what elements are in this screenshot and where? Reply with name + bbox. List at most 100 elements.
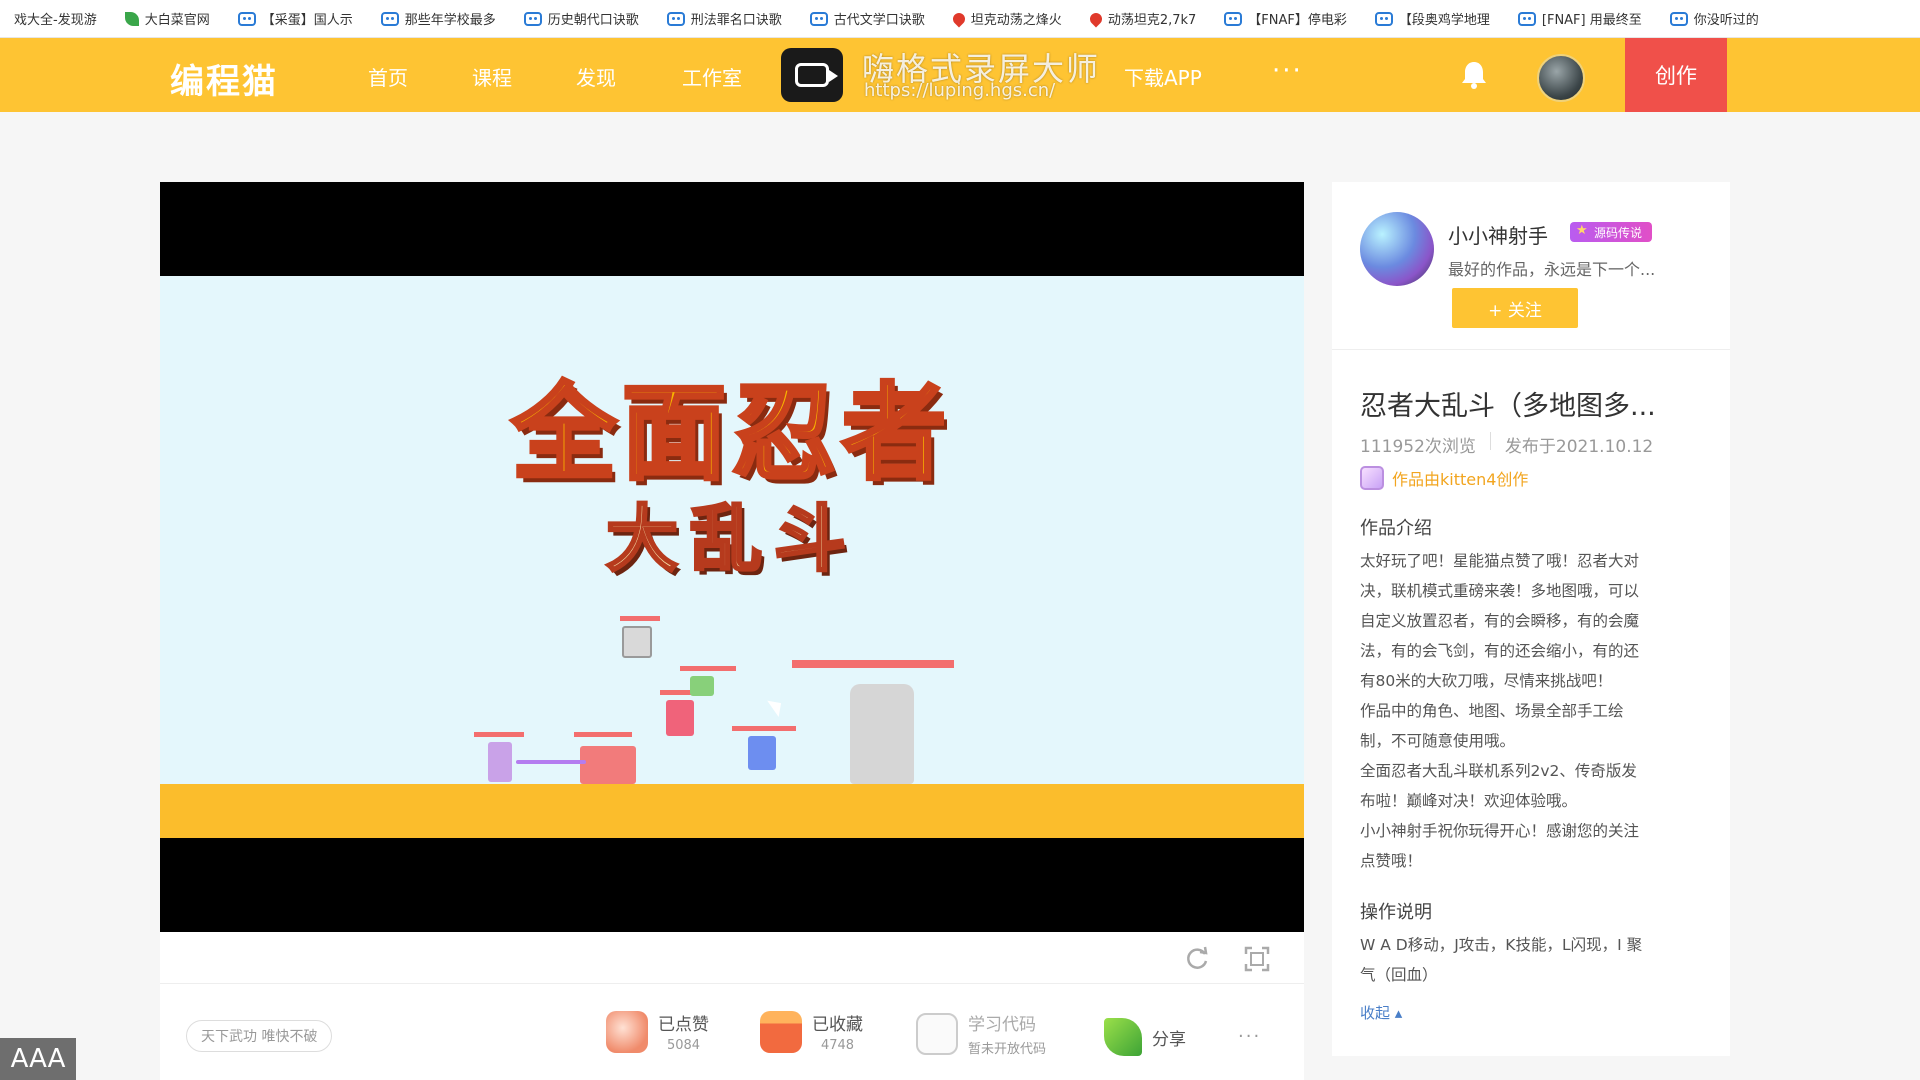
- bookmark-label: 那些年学校最多: [404, 13, 496, 28]
- tv-icon: [237, 11, 256, 26]
- refresh-icon[interactable]: [1184, 946, 1210, 972]
- ninja-character: [622, 626, 652, 658]
- description-line: 太好玩了吧！星能猫点赞了哦！忍者大对: [1360, 552, 1640, 570]
- description-line: 决，联机模式重磅来袭！多地图哦，可以: [1360, 582, 1640, 600]
- nav-discover[interactable]: 发现: [576, 62, 616, 91]
- create-button[interactable]: 创作: [1625, 38, 1727, 112]
- gift-box-icon: [760, 1010, 802, 1053]
- pin-icon: [950, 10, 968, 27]
- tv-icon: [1224, 11, 1243, 26]
- description-line: W A D移动，J攻击，K技能，L闪现，I 聚: [1360, 936, 1643, 954]
- tv-icon: [523, 11, 542, 26]
- laser-beam: [516, 760, 586, 764]
- author-avatar[interactable]: [1360, 212, 1434, 286]
- description-line: 气（回血）: [1360, 966, 1438, 984]
- recorder-camera-icon: [781, 48, 843, 102]
- kitten-credit-text: 作品由kitten4创作: [1392, 470, 1529, 489]
- ninja-character: [850, 684, 914, 784]
- bookmark-label: 坦克动荡之烽火: [970, 13, 1062, 28]
- like-button[interactable]: 已点赞 5084: [606, 1010, 709, 1053]
- ninja-character: [488, 742, 512, 782]
- bookmark-item[interactable]: 大白菜官网: [111, 0, 224, 37]
- bookmark-item[interactable]: 历史朝代口诀歌: [510, 0, 653, 37]
- game-canvas[interactable]: 全面忍者 大乱斗: [160, 276, 1304, 838]
- tv-icon: [1517, 11, 1536, 26]
- bookmark-label: 刑法罪名口诀歌: [690, 13, 782, 28]
- author-name[interactable]: 小小神射手: [1448, 220, 1548, 249]
- platform: [680, 666, 736, 671]
- tv-icon: [380, 11, 399, 26]
- follow-button[interactable]: + 关注: [1452, 288, 1578, 328]
- description-line: 作品中的角色、地图、场景全部手工绘: [1360, 702, 1624, 720]
- more-actions-icon[interactable]: ···: [1238, 1026, 1261, 1047]
- work-sidebar: 小小神射手 源码传说 最好的作品，永远是下一个... + 关注 忍者大乱斗（多地…: [1332, 182, 1730, 1056]
- bookmark-item[interactable]: 那些年学校最多: [367, 0, 510, 37]
- kitten-credit[interactable]: 作品由kitten4创作: [1360, 466, 1528, 490]
- tv-icon: [1669, 11, 1688, 26]
- ninja-character: [748, 736, 776, 770]
- favorite-label: 已收藏: [812, 1015, 863, 1035]
- nav-courses[interactable]: 课程: [472, 62, 512, 91]
- bookmark-label: 历史朝代口诀歌: [547, 13, 639, 28]
- share-button[interactable]: 分享: [1104, 1018, 1186, 1056]
- bookmark-item[interactable]: 古代文学口诀歌: [796, 0, 939, 37]
- bookmark-item[interactable]: 刑法罪名口诀歌: [653, 0, 796, 37]
- thumbs-up-icon: [606, 1010, 648, 1053]
- nav-studio[interactable]: 工作室: [682, 62, 742, 91]
- ninja-character: [690, 676, 714, 696]
- bookmark-item[interactable]: 你没听过的: [1656, 0, 1773, 37]
- author-badge: 源码传说: [1570, 222, 1653, 242]
- platform: [792, 660, 954, 668]
- bookmark-item[interactable]: 【段奥鸡学地理: [1361, 0, 1504, 37]
- code-icon: [916, 1012, 958, 1055]
- platform: [732, 726, 796, 731]
- tv-icon: [809, 11, 828, 26]
- description-line: 全面忍者大乱斗联机系列2v2、传奇版发: [1360, 762, 1637, 780]
- favorite-button[interactable]: 已收藏 4748: [760, 1010, 863, 1053]
- bookmark-label: 【采蛋】国人示: [261, 13, 353, 28]
- bookmark-label: 你没听过的: [1693, 13, 1759, 28]
- share-label: 分享: [1152, 1029, 1186, 1050]
- bookmark-label: 古代文学口诀歌: [833, 13, 925, 28]
- bookmark-item[interactable]: [FNAF] 用最终至: [1504, 0, 1656, 37]
- nav-home[interactable]: 首页: [368, 62, 408, 91]
- description-line: 有80米的大砍刀哦，尽情来挑战吧！: [1360, 672, 1613, 690]
- work-tagline: 天下武功 唯快不破: [186, 1020, 333, 1052]
- game-ground: [160, 784, 1304, 838]
- learn-code-label: 学习代码: [968, 1015, 1036, 1035]
- ops-heading: 操作说明: [1360, 902, 1432, 923]
- intro-heading: 作品介绍: [1360, 518, 1432, 539]
- bookmark-label: [FNAF] 用最终至: [1541, 13, 1642, 28]
- tv-icon: [1374, 11, 1393, 26]
- bookmark-item[interactable]: 戏大全-发现游: [0, 0, 111, 37]
- bookmarks-bar: 戏大全-发现游 大白菜官网 【采蛋】国人示 那些年学校最多 历史朝代口诀歌 刑法罪名口诀歌…: [0, 0, 1920, 38]
- bookmark-item[interactable]: 【采蛋】国人示: [224, 0, 367, 37]
- work-title: 忍者大乱斗（多地图多...: [1360, 391, 1656, 422]
- bell-icon[interactable]: [1460, 60, 1488, 90]
- bookmark-item[interactable]: 动荡坦克2,7k7: [1076, 0, 1210, 37]
- like-label: 已点赞: [658, 1015, 709, 1035]
- description-line: 自定义放置忍者，有的会瞬移，有的会魔: [1360, 612, 1640, 630]
- share-arrow-icon: [1104, 1018, 1142, 1056]
- leaf-icon: [124, 11, 139, 26]
- nav-download-app[interactable]: 下载APP: [1124, 62, 1202, 91]
- ninja-character: [580, 746, 636, 784]
- learn-code-button[interactable]: 学习代码 暂未开放代码: [916, 1010, 1046, 1057]
- user-avatar[interactable]: [1537, 54, 1585, 102]
- pin-icon: [1087, 10, 1105, 27]
- work-meta: 111952次浏览 发布于2021.10.12: [1360, 432, 1653, 457]
- description-line: 制，不可随意使用哦。: [1360, 732, 1516, 750]
- kitten-app-icon: [1360, 466, 1384, 490]
- fullscreen-icon[interactable]: [1244, 946, 1270, 972]
- game-title-sub: 大乱斗: [604, 496, 858, 583]
- description-line: 点赞哦！: [1360, 852, 1423, 870]
- bookmark-item[interactable]: 坦克动荡之烽火: [939, 0, 1076, 37]
- site-logo[interactable]: 编程猫: [170, 54, 278, 103]
- video-player[interactable]: 全面忍者 大乱斗: [160, 182, 1304, 932]
- collapse-link[interactable]: 收起 ▴: [1360, 1002, 1402, 1023]
- ops-text: W A D移动，J攻击，K技能，L闪现，I 聚气（回血）: [1360, 930, 1712, 990]
- nav-more-icon[interactable]: ···: [1272, 56, 1303, 86]
- bookmark-item[interactable]: 【FNAF】停电彩: [1210, 0, 1361, 37]
- tv-icon: [666, 11, 685, 26]
- game-title-main: 全面忍者: [510, 370, 952, 496]
